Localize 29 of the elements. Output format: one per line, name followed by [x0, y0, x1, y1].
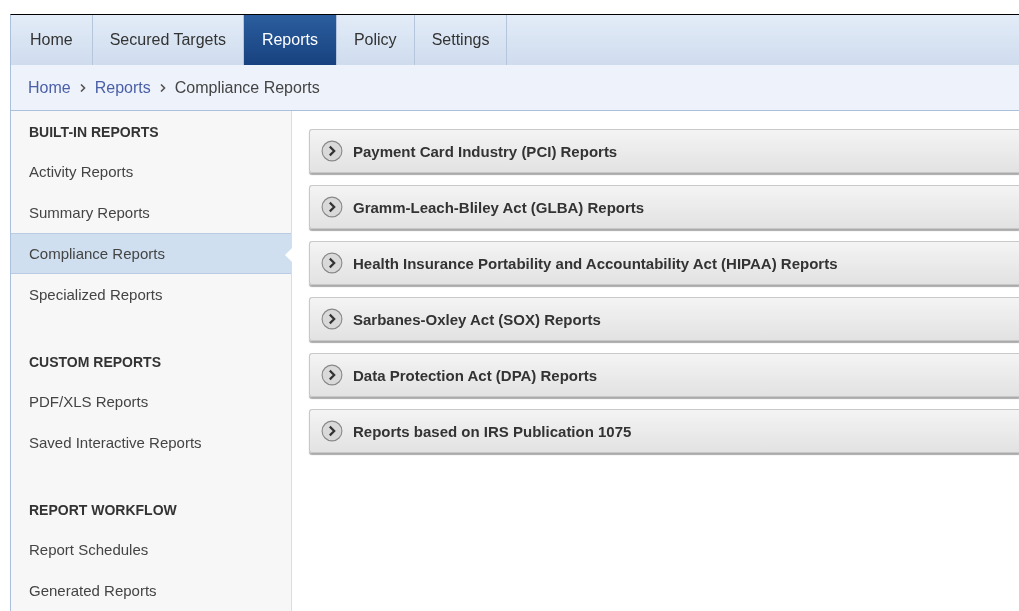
section-heading: REPORT WORKFLOW — [28, 501, 178, 520]
nav-tab[interactable]: Reports — [243, 15, 337, 65]
panel-title: Payment Card Industry (PCI) Reports — [353, 142, 618, 160]
panel-title: Data Protection Act (DPA) Reports — [353, 366, 598, 384]
accordion-panel[interactable]: Gramm-Leach-Bliley Act (GLBA) Reports — [309, 185, 1019, 229]
sidebar-item[interactable]: PDF/XLS Reports — [11, 381, 291, 422]
accordion-panel[interactable]: Sarbanes-Oxley Act (SOX) Reports — [309, 297, 1019, 341]
sidebar-item[interactable]: Generated Reports — [11, 570, 291, 611]
accordion-panel[interactable]: Payment Card Industry (PCI) Reports — [309, 129, 1019, 173]
panel-title: Gramm-Leach-Bliley Act (GLBA) Reports — [353, 198, 645, 216]
accordion-panel[interactable]: Data Protection Act (DPA) Reports — [309, 353, 1019, 397]
sidebar-item[interactable]: Report Schedules — [11, 529, 291, 570]
section-heading: CUSTOM REPORTS — [28, 353, 162, 372]
breadcrumb-link[interactable]: Reports — [94, 78, 151, 97]
sidebar-item[interactable]: Saved Interactive Reports — [11, 422, 291, 463]
breadcrumb-current: Compliance Reports — [174, 78, 320, 97]
breadcrumb-link[interactable]: Home — [28, 78, 71, 97]
panel-title: Sarbanes-Oxley Act (SOX) Reports — [353, 310, 601, 328]
sidebar-item[interactable]: Activity Reports — [11, 151, 291, 192]
sidebar-item[interactable]: Summary Reports — [11, 192, 291, 233]
panel-title: Reports based on IRS Publication 1075 — [353, 422, 632, 440]
accordion-panel[interactable]: Reports based on IRS Publication 1075 — [309, 409, 1019, 453]
accordion-panel[interactable]: Health Insurance Portability and Accountability Act (HIPAA) Reports — [309, 241, 1019, 285]
sidebar-item[interactable]: Compliance Reports — [11, 233, 291, 274]
panel-title: Health Insurance Portability and Accountability Act (HIPAA) Reports — [353, 254, 838, 272]
chevron-icon — [79, 83, 86, 92]
chevron-icon — [159, 83, 166, 92]
section-heading: BUILT-IN REPORTS — [28, 123, 160, 142]
sidebar-item[interactable]: Specialized Reports — [11, 274, 291, 315]
